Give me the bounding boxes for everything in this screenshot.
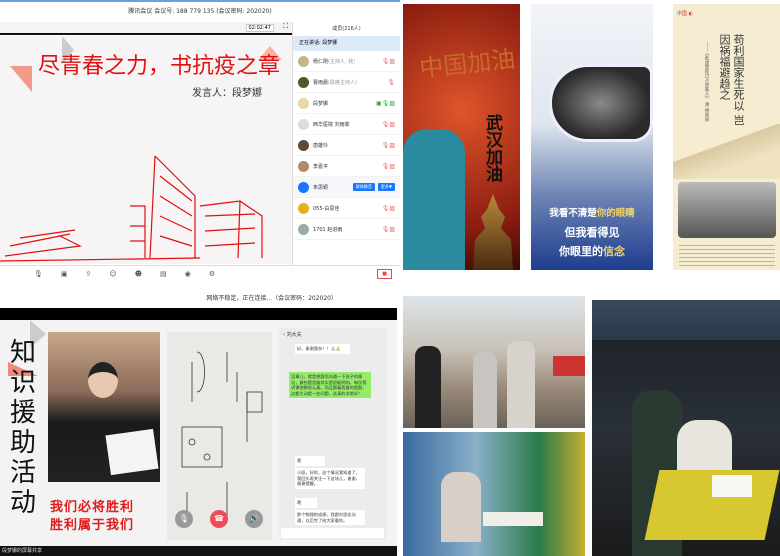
mountains	[673, 124, 780, 179]
avatar	[298, 181, 309, 193]
poster-lin-zexu-quote: 中国 ◐ 苟利国家生死以 岂因祸福避趋之 ——《赴戍登程口占示家人》 清·林则徐	[673, 4, 780, 270]
circuit-sketch	[181, 351, 263, 522]
panel-title: 成员(216人)	[332, 26, 361, 32]
student-photo	[48, 332, 160, 482]
fullscreen-icon[interactable]: ⛶	[283, 22, 288, 31]
chat-icon[interactable]: ▤	[160, 270, 167, 278]
slide-title: 尽青春之力，书抗疫之章	[38, 54, 281, 79]
avatar	[298, 97, 309, 109]
meeting-timer: 02:02:47	[245, 24, 274, 32]
video-toolbar: 02:02:47 ⛶	[0, 22, 292, 35]
camera-icon[interactable]: ▣	[61, 270, 68, 278]
mic-muted-icon[interactable]: 🎙︎▨	[382, 163, 395, 170]
avatar	[298, 202, 309, 214]
chat-input[interactable]	[281, 528, 384, 538]
avatar	[298, 160, 309, 172]
end-meeting-button[interactable]: ■	[377, 269, 392, 279]
invite-icon[interactable]: ☺	[109, 270, 116, 278]
mic-muted-icon[interactable]: 🎙︎▨	[382, 226, 395, 233]
avatar	[298, 139, 309, 151]
city-sketch	[0, 155, 263, 262]
photo-tent-registration	[403, 432, 585, 556]
chat-header: ‹ 刘大夫	[283, 332, 302, 338]
screen-share-label: 段梦娜的屏幕共享	[0, 546, 397, 556]
participants-panel: 成员(216人) 正在讲话: 段梦娜 杨仁刚 (主持人, 我) 🎙︎▨ 曹雨晨 (联席…	[292, 22, 400, 265]
participant-row[interactable]: 朱思颖 解除静音 更多▼	[293, 177, 400, 198]
mic-active-icon[interactable]: ▣🎙︎▨	[376, 100, 395, 107]
photo-outdoor-checkpoint	[403, 296, 585, 428]
mic-muted-icon[interactable]: 🎙︎	[387, 79, 395, 86]
slogan-2: 胜利属于我们	[50, 518, 135, 533]
poster-goggles: 我看不清楚你的眼睛 但我看得见 你眼里的信念	[531, 4, 653, 270]
avatar	[298, 76, 309, 88]
participant-row[interactable]: 055-白思佳 🎙︎▨	[293, 198, 400, 219]
yellow-crane-tower	[473, 194, 513, 270]
participant-row[interactable]: 曹雨晨 (联席主持人) 🎙︎	[293, 72, 400, 93]
mic-icon[interactable]: 🎙︎	[34, 270, 43, 278]
avatar	[298, 118, 309, 130]
participant-row[interactable]: 西华医院 刘雨菲 🎙︎▨	[293, 114, 400, 135]
mute-icon[interactable]: 🎙︎	[175, 510, 193, 528]
logo: 中国 ◐	[677, 11, 693, 17]
photo-night-checkpoint	[592, 300, 780, 556]
participant-row[interactable]: 段梦娜 ▣🎙︎▨	[293, 93, 400, 114]
medic-figure	[403, 129, 465, 270]
decor-triangle	[10, 66, 32, 92]
unmute-button[interactable]: 解除静音	[352, 183, 375, 191]
goggles	[549, 64, 653, 142]
hangup-icon[interactable]: ☎	[210, 510, 228, 528]
mic-muted-icon[interactable]: 🎙︎▨	[382, 121, 395, 128]
participant-row[interactable]: 杨仁刚 (主持人, 我) 🎙︎▨	[293, 51, 400, 72]
share-icon[interactable]: ⇪	[86, 270, 92, 278]
poster-china-jiayou: 中国加油 武汉加油	[403, 4, 520, 270]
participant-row[interactable]: 1701 赵进雨 🎙︎▨	[293, 219, 400, 240]
settings-icon[interactable]: ⚙	[209, 270, 215, 278]
chat-screenshot: ‹ 刘大夫 好。谢谢我杂！！🙏🙏 没事儿，就是想跟您沟通一下孩子的情况，做些题思…	[279, 328, 386, 540]
doctor-photo	[678, 182, 776, 238]
black-bar	[0, 308, 397, 320]
mic-muted-icon[interactable]: 🎙︎▨	[382, 205, 395, 212]
slogan-1: 我们必将胜利	[50, 500, 135, 515]
speaker-icon[interactable]: 🔊	[245, 510, 263, 528]
vertical-title: 知识援助活动	[10, 338, 37, 518]
mic-muted-icon[interactable]: 🎙︎▨	[382, 58, 395, 65]
speaking-indicator: 正在讲话: 段梦娜	[293, 36, 400, 51]
participant-row[interactable]: 唐雄玲 🎙︎▨	[293, 135, 400, 156]
meeting-title: 腾讯会议 会议号: 188 779 135 (会议密码: 202020)	[128, 8, 272, 15]
video-call-whiteboard: 🎙︎ ☎ 🔊	[167, 332, 272, 540]
connection-status: 网络不稳定，正在连接...（会议密码：202020）	[0, 290, 397, 308]
mic-muted-icon[interactable]: 🎙︎▨	[382, 142, 395, 149]
participant-row[interactable]: 李嘉平 🎙︎▨	[293, 156, 400, 177]
record-icon[interactable]: ◉	[185, 270, 191, 278]
caption-text	[679, 242, 775, 266]
members-icon[interactable]: ☻	[135, 270, 142, 278]
more-button[interactable]: 更多▼	[377, 183, 395, 191]
slide-speaker: 发言人：段梦娜	[192, 88, 262, 99]
avatar	[298, 55, 309, 67]
avatar	[298, 223, 309, 235]
meeting-toolbar: 🎙︎ ▣ ⇪ ☺ ☻ ▤ ◉ ⚙ ■	[0, 265, 400, 282]
